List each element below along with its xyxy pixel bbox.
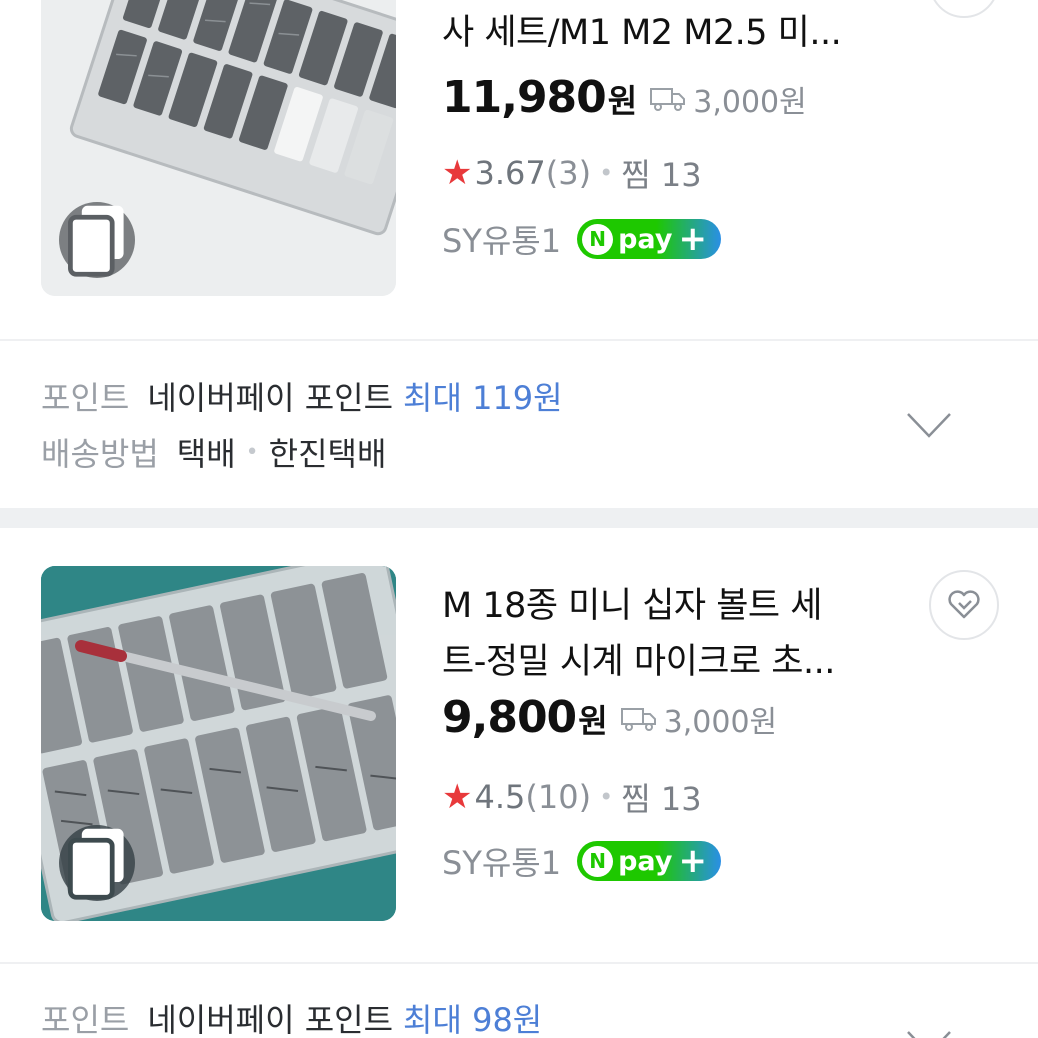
shipping-fee: 3,000원 — [649, 77, 807, 121]
seller-name[interactable]: SY유통1 — [442, 216, 561, 262]
product-title[interactable]: M 18종 미니 십자 볼트 세 트-정밀 시계 마이크로 초... — [442, 578, 912, 690]
separator-dot: • — [599, 783, 614, 811]
product-thumbnail[interactable] — [41, 0, 396, 296]
point-max: 최대 119원 — [403, 379, 563, 417]
wishlist-button[interactable] — [929, 570, 999, 640]
npay-logo-n: N — [582, 223, 614, 255]
product-title-line[interactable]: M 18종 미니 십자 볼트 세 — [442, 578, 912, 634]
multi-image-badge — [59, 825, 135, 901]
review-count: (10) — [525, 778, 592, 816]
product-title-line[interactable]: 사 세트/M1 M2 M2.5 미... — [442, 5, 912, 61]
chevron-down-icon[interactable] — [905, 1028, 953, 1038]
product-title[interactable]: 사 세트/M1 M2 M2.5 미... — [442, 5, 912, 61]
copy-icon — [68, 205, 124, 277]
point-label: 포인트 — [41, 1001, 130, 1038]
seller-name[interactable]: SY유통1 — [442, 838, 561, 884]
npay-logo-n: N — [582, 845, 614, 877]
rating-value: 4.5 — [474, 778, 526, 816]
point-row: 포인트 네이버페이 포인트 최대 98원 — [41, 990, 1001, 1038]
divider — [0, 339, 1038, 341]
star-icon: ★ — [442, 777, 473, 817]
product-card-2[interactable]: M 18종 미니 십자 볼트 세 트-정밀 시계 마이크로 초... — [0, 530, 1038, 962]
npay-badge: N pay + — [577, 841, 722, 881]
truck-icon — [620, 708, 656, 731]
npay-plus: + — [678, 219, 707, 259]
wishlist-button[interactable] — [929, 0, 999, 18]
rating-row[interactable]: ★ 4.5 (10) • 찜 13 — [442, 774, 702, 820]
point-max: 최대 98원 — [403, 1001, 543, 1038]
product-info-block-2[interactable]: 포인트 네이버페이 포인트 최대 98원 — [41, 990, 1001, 1038]
product-title-line[interactable]: 트-정밀 시계 마이크로 초... — [442, 634, 912, 690]
seller-row: SY유통1 N pay + — [442, 838, 722, 884]
zzim-count: 찜 13 — [621, 156, 702, 194]
price-row: 11,980 원 3,000원 — [442, 72, 807, 123]
truck-icon — [650, 88, 686, 111]
delivery-carrier: 한진택배 — [268, 435, 387, 473]
shipping-fee: 3,000원 — [620, 697, 777, 741]
product-card-1[interactable]: 사 세트/M1 M2 M2.5 미... 11,980 원 3,000원 ★ 3… — [0, 0, 1038, 340]
shipping-fee-value: 3,000원 — [663, 705, 778, 740]
multi-image-badge — [59, 202, 135, 278]
npay-badge: N pay + — [577, 219, 722, 259]
star-icon: ★ — [442, 153, 473, 193]
product-info-block-1[interactable]: 포인트 네이버페이 포인트 최대 119원 배송방법 택배 • 한진택배 — [41, 368, 1001, 480]
product-price: 11,980 — [442, 72, 607, 123]
product-thumbnail[interactable] — [41, 566, 396, 921]
zzim-count: 찜 13 — [621, 780, 702, 818]
product-price: 9,800 — [442, 692, 577, 743]
price-unit: 원 — [578, 702, 608, 740]
divider — [0, 962, 1038, 964]
npay-text: pay — [618, 845, 673, 877]
separator-dot: • — [599, 159, 614, 187]
delivery-row: 배송방법 택배 • 한진택배 — [41, 424, 1001, 480]
point-label: 포인트 — [41, 379, 130, 417]
point-row: 포인트 네이버페이 포인트 최대 119원 — [41, 368, 1001, 424]
npay-text: pay — [618, 223, 673, 255]
shopping-results-page: 사 세트/M1 M2 M2.5 미... 11,980 원 3,000원 ★ 3… — [0, 0, 1038, 1038]
separator-dot: • — [245, 439, 259, 465]
point-value: 네이버페이 포인트 — [147, 1001, 394, 1038]
point-value: 네이버페이 포인트 — [147, 379, 394, 417]
shipping-fee-value: 3,000원 — [693, 85, 807, 120]
rating-row[interactable]: ★ 3.67 (3) • 찜 13 — [442, 150, 702, 196]
delivery-type: 택배 — [176, 435, 236, 473]
seller-row: SY유통1 N pay + — [442, 216, 722, 262]
delivery-label: 배송방법 — [41, 435, 159, 473]
price-unit: 원 — [607, 82, 638, 120]
npay-plus: + — [678, 841, 707, 881]
rating-value: 3.67 — [474, 154, 546, 192]
chevron-down-icon[interactable] — [905, 410, 953, 440]
review-count: (3) — [545, 154, 592, 192]
price-row: 9,800 원 3,000원 — [442, 692, 777, 743]
section-gap — [0, 508, 1038, 528]
heart-icon — [948, 590, 980, 619]
copy-icon — [68, 828, 124, 900]
